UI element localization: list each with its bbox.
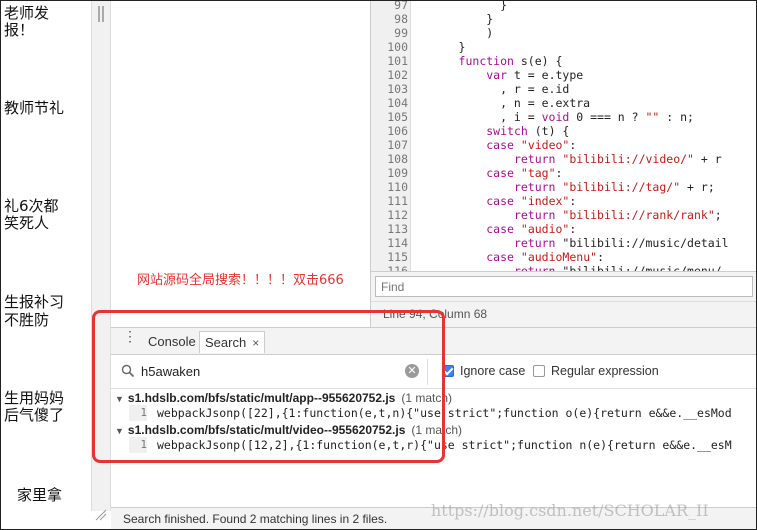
line-number[interactable]: 104	[371, 96, 408, 110]
page-text[interactable]: 不胜防	[4, 311, 49, 329]
code-line[interactable]: 114 return "bilibili://music/detail	[371, 236, 756, 250]
code-text: return "bilibili://video/" + r	[513, 152, 722, 166]
code-line[interactable]: 98 }	[371, 12, 756, 26]
line-number[interactable]: 106	[371, 124, 408, 138]
code-line[interactable]: 97 }	[371, 1, 756, 12]
line-number[interactable]: 98	[371, 12, 408, 26]
regex-label[interactable]: Regular expression	[551, 364, 659, 378]
page-text[interactable]: 生报补习	[4, 293, 64, 311]
code-text: case "audio":	[486, 222, 577, 236]
code-line[interactable]: 112 return "bilibili://rank/rank";	[371, 208, 756, 222]
code-text: }	[417, 40, 466, 54]
watermark: https://blog.csdn.net/SCHOLAR_II	[431, 501, 709, 520]
find-input[interactable]	[375, 276, 753, 297]
code-line[interactable]: 113 case "audio":	[371, 222, 756, 236]
code-text: , r = e.id	[417, 82, 570, 96]
highlight-annotation-box	[92, 310, 445, 463]
line-number[interactable]: 109	[371, 166, 408, 180]
line-number[interactable]: 110	[371, 180, 408, 194]
code-text: }	[417, 1, 508, 12]
code-text: case "index":	[486, 194, 577, 208]
code-line[interactable]: 115 case "audioMenu":	[371, 250, 756, 264]
line-number[interactable]: 97	[371, 1, 408, 12]
page-text[interactable]: 老师发	[4, 4, 49, 22]
line-number[interactable]: 101	[371, 54, 408, 68]
line-number[interactable]: 113	[371, 222, 408, 236]
code-line[interactable]: 109 case "tag":	[371, 166, 756, 180]
page-text[interactable]: 后气傻了	[4, 406, 64, 424]
code-line[interactable]: 100 }	[371, 40, 756, 54]
line-number[interactable]: 114	[371, 236, 408, 250]
code-line[interactable]: 105 , i = void 0 === n ? "" : n;	[371, 110, 756, 124]
code-text: return "bilibili://rank/rank";	[513, 208, 722, 222]
code-text: case "audioMenu":	[486, 250, 604, 264]
ignore-case-label[interactable]: Ignore case	[460, 364, 525, 378]
page-text[interactable]: 报！	[4, 21, 34, 39]
code-text: switch (t) {	[486, 124, 570, 138]
line-number[interactable]: 103	[371, 82, 408, 96]
page-text[interactable]: 生用妈妈	[4, 389, 64, 407]
code-text: return "bilibili://tag/" + r;	[513, 180, 715, 194]
code-text: case "tag":	[486, 166, 563, 180]
code-line[interactable]: 101 function s(e) {	[371, 54, 756, 68]
code-text: }	[417, 12, 494, 26]
code-text: var t = e.type	[486, 68, 584, 82]
line-number[interactable]: 105	[371, 110, 408, 124]
code-text: return "bilibili://music/menu/	[513, 264, 722, 271]
regex-checkbox[interactable]	[533, 365, 545, 377]
line-number[interactable]: 115	[371, 250, 408, 264]
annotation-text: 网站源码全局搜索！！！！双击666	[137, 273, 344, 288]
code-line[interactable]: 102 var t = e.type	[371, 68, 756, 82]
screenshot-frame: 老师发 报！ 教师节礼 礼6次都 笑死人 生报补习 不胜防 生用妈妈 后气傻了 …	[0, 0, 757, 530]
code-line[interactable]: 99 )	[371, 26, 756, 40]
code-line[interactable]: 103 , r = e.id	[371, 82, 756, 96]
line-number[interactable]: 111	[371, 194, 408, 208]
page-text[interactable]: 教师节礼	[4, 99, 64, 117]
line-number[interactable]: 102	[371, 68, 408, 82]
page-text[interactable]: 礼6次都	[4, 197, 59, 215]
code-line[interactable]: 110 return "bilibili://tag/" + r;	[371, 180, 756, 194]
scroll-thumb[interactable]	[98, 6, 104, 22]
line-number[interactable]: 108	[371, 152, 408, 166]
code-line[interactable]: 108 return "bilibili://video/" + r	[371, 152, 756, 166]
web-page-content: 老师发 报！ 教师节礼 礼6次都 笑死人 生报补习 不胜防 生用妈妈 后气傻了 …	[1, 1, 91, 511]
code-editor[interactable]: 97 } 98 } 99 ) 100 } 101 function s(e) {102 …	[371, 1, 756, 271]
code-text: , i = void 0 === n ? "" : n;	[417, 110, 694, 124]
page-text[interactable]: 笑死人	[4, 214, 49, 232]
line-number[interactable]: 116	[371, 264, 408, 271]
page-text[interactable]: 家里拿	[17, 486, 62, 504]
line-number[interactable]: 99	[371, 26, 408, 40]
code-text: function s(e) {	[458, 54, 563, 68]
code-text: , n = e.extra	[417, 96, 591, 110]
code-line[interactable]: 106 switch (t) {	[371, 124, 756, 138]
find-bar	[371, 271, 756, 301]
code-text: return "bilibili://music/detail	[513, 236, 729, 250]
code-line[interactable]: 116 return "bilibili://music/menu/	[371, 264, 756, 271]
line-number[interactable]: 107	[371, 138, 408, 152]
resize-grip-icon[interactable]	[95, 509, 107, 521]
line-number[interactable]: 112	[371, 208, 408, 222]
code-text: )	[417, 26, 494, 40]
line-number[interactable]: 100	[371, 40, 408, 54]
code-line[interactable]: 111 case "index":	[371, 194, 756, 208]
code-line[interactable]: 104 , n = e.extra	[371, 96, 756, 110]
code-text: case "video":	[486, 138, 577, 152]
code-line[interactable]: 107 case "video":	[371, 138, 756, 152]
